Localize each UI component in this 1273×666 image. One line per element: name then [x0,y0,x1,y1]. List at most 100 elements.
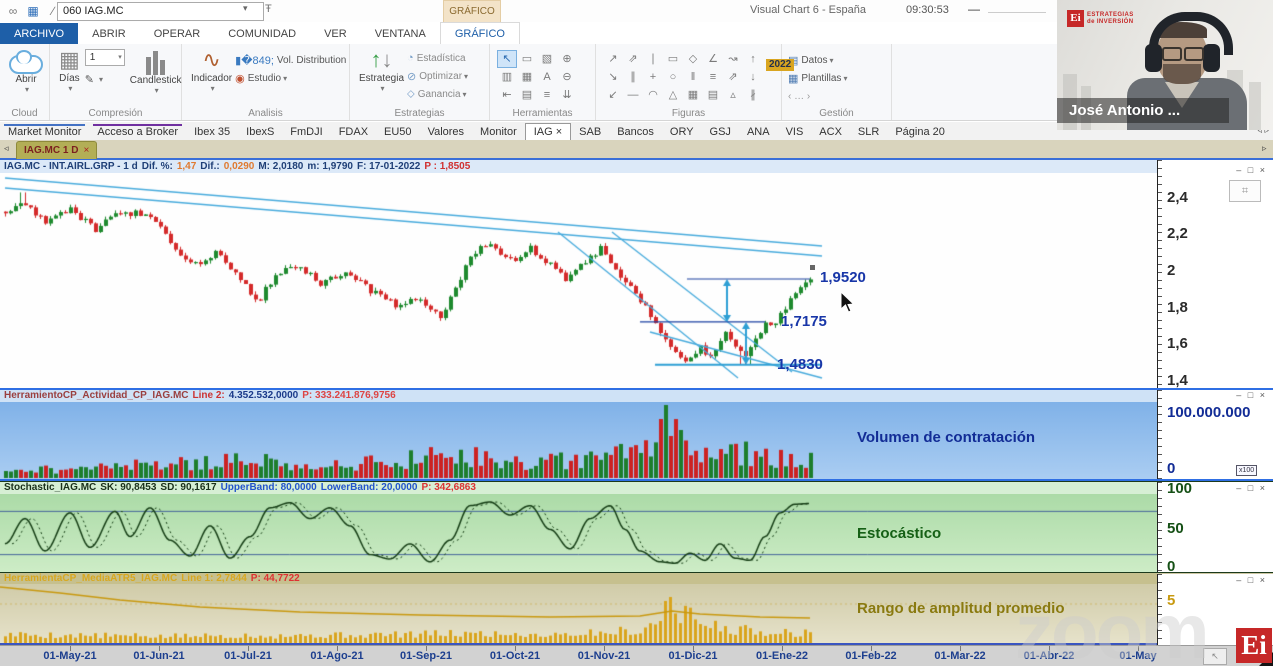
doc-tab-bancos[interactable]: Bancos [609,124,662,141]
doc-tab-fdax[interactable]: FDAX [331,124,376,141]
channel-icon[interactable]: ⇗ [723,68,743,86]
doc-tab-fmdji[interactable]: FmDJI [282,124,330,141]
doc-tab-slr[interactable]: SLR [850,124,887,141]
doc-tab-ibex-35[interactable]: Ibex 35 [186,124,238,141]
doc-tab-sab[interactable]: SAB [571,124,609,141]
volume-window-controls[interactable]: – □ × [1236,390,1267,400]
trendline-icon[interactable]: ↗ [603,50,623,68]
circle-icon[interactable]: ○ [663,68,683,86]
doc-tab-gsj[interactable]: GSJ [702,124,739,141]
vol-distribution-button[interactable]: ▮�849; Vol. Distribution [235,51,346,69]
webcam-overlay[interactable]: Ei ESTRATEGIAS de INVERSIÓN José Antonio … [1057,0,1273,130]
price-chart-canvas[interactable] [0,173,1157,388]
lines-icon[interactable]: ≡ [537,86,557,104]
tab-iagmc-1d[interactable]: IAG.MC 1 D × [16,141,98,159]
chart-window-icon[interactable]: ▭ [517,50,537,68]
doc-tab-valores[interactable]: Valores [420,124,472,141]
indicador-button[interactable]: ∿ Indicador ▾ [191,47,232,93]
dash-line-icon[interactable]: — [623,86,643,104]
doc-tab-market-monitor[interactable]: Market Monitor [0,124,89,141]
stochastic-window-controls[interactable]: – □ × [1236,483,1267,493]
combo-dropdown-icon[interactable]: ▾ [243,3,248,14]
pencil-button[interactable]: ✎ ▾ [85,70,125,88]
filter-icon[interactable]: Ŧ [265,3,272,15]
calendar-icon[interactable]: ▥ [497,68,517,86]
wave-icon[interactable]: ↝ [723,50,743,68]
pitchfork-icon[interactable]: ▵ [723,86,743,104]
menu-item-ventana[interactable]: VENTANA [361,23,440,45]
zoom-in-icon[interactable]: ⊕ [557,50,577,68]
price-window-controls[interactable]: – □ × [1236,165,1267,175]
bars-icon[interactable]: ‖ [683,68,703,86]
header-segment: SD: 90,1617 [160,482,217,493]
doc-tab-ana[interactable]: ANA [739,124,778,141]
frame-icon[interactable]: ▧ [537,50,557,68]
axis-settings-button[interactable]: ⌗ [1229,180,1261,202]
doc-tab-acx[interactable]: ACX [811,124,850,141]
rectangle-icon[interactable]: ▭ [663,50,683,68]
abrir-button[interactable]: Abrir ▾ [9,47,43,94]
triangle-icon[interactable]: △ [663,86,683,104]
grid-icon[interactable]: ▦ [517,68,537,86]
header-segment: IAG.MC - INT.AIRL.GRP - 1 d [4,161,138,172]
plantillas-button[interactable]: ▦ Plantillas ▾ [788,69,885,87]
angle-icon[interactable]: ∠ [703,50,723,68]
menu-item-comunidad[interactable]: COMUNIDAD [214,23,310,45]
cursor-line-icon[interactable]: ⇤ [497,86,517,104]
stochastic-canvas[interactable] [0,493,1157,571]
datos-button[interactable]: ▤Datos▾ [788,51,885,69]
subtab-left-arrow[interactable]: ◃ [4,143,9,154]
estadística-button[interactable]: ◔ Estadística [407,49,468,67]
close-icon[interactable]: × [83,145,89,156]
doc-tab-monitor[interactable]: Monitor [472,124,525,141]
doc-tab-p-gina-20[interactable]: Página 20 [887,124,953,141]
doc-tab-eu50[interactable]: EU50 [376,124,420,141]
doc-tab-iag-[interactable]: IAG × [524,123,572,141]
zoom-out-icon[interactable]: ⊖ [557,68,577,86]
doc-tab-vis[interactable]: VIS [778,124,812,141]
doc-tab-ibexs[interactable]: IbexS [238,124,282,141]
rhombus-icon[interactable]: ◇ [683,50,703,68]
context-tab-grafico[interactable]: GRÁFICO [443,0,501,22]
candlestick-button[interactable]: Candlestick ▾ [130,47,182,95]
subtab-right-arrow[interactable]: ▹ [1262,143,1267,154]
estudio-button[interactable]: ◉ Estudio ▾ [235,69,346,87]
atr-window-controls[interactable]: – □ × [1236,575,1267,585]
menu-item-ver[interactable]: VER [310,23,361,45]
estrategia-button[interactable]: ↑↓ Estrategia ▾ [359,47,404,103]
menu-item-operar[interactable]: OPERAR [140,23,214,45]
list-icon[interactable]: ▤ [517,86,537,104]
menu-item-abrir[interactable]: ABRIR [78,23,140,45]
gestion-nav[interactable]: ‹ … › [788,87,885,105]
doc-tab-ory[interactable]: ORY [662,124,702,141]
ganancia-button[interactable]: ⬦ Ganancia ▾ [407,85,468,103]
arrow-up-icon[interactable]: ↑ [743,50,763,68]
time-axis[interactable]: 01-May-21 01-Jun-21 01-Jul-21 01-Ago-21 01-S… [0,645,1273,666]
hatch-icon[interactable]: ∦ [743,86,763,104]
link-icon[interactable]: ∞ [4,2,22,20]
arrow-down-icon[interactable]: ↓ [743,68,763,86]
text-icon[interactable]: A [537,68,557,86]
trend-steep-icon[interactable]: ↘ [603,68,623,86]
collapse-icon[interactable]: ⇊ [557,86,577,104]
grid2-icon[interactable]: ▦ [683,86,703,104]
cross-icon[interactable]: + [643,68,663,86]
menu-item-archivo[interactable]: ARCHIVO [0,23,79,45]
doc-tab-acceso-a-broker[interactable]: Acceso a Broker [89,124,186,141]
fan-icon[interactable]: ▤ [703,86,723,104]
optimizar-button[interactable]: ⊘ Optimizar ▾ [407,67,468,85]
dias-button[interactable]: ▦ Días ▾ [59,47,80,95]
compression-value-input[interactable]: 1 ▾ [84,49,125,66]
parallel-icon[interactable]: ∥ [623,68,643,86]
trend-low-icon[interactable]: ↙ [603,86,623,104]
menu-item-gráfico[interactable]: GRÁFICO [439,22,520,45]
minimize-icon[interactable]: — [968,2,980,16]
corner-button[interactable]: ↖ [1203,648,1227,665]
symbol-combo-input[interactable]: 060 IAG.MC [57,2,264,21]
fib-icon[interactable]: ≡ [703,68,723,86]
pointer-icon[interactable]: ↖ [497,50,517,68]
arc-icon[interactable]: ◠ [643,86,663,104]
workspace-icon[interactable]: ▦ [24,2,42,20]
vertical-line-icon[interactable]: ∣ [643,50,663,68]
extended-line-icon[interactable]: ⇗ [623,50,643,68]
